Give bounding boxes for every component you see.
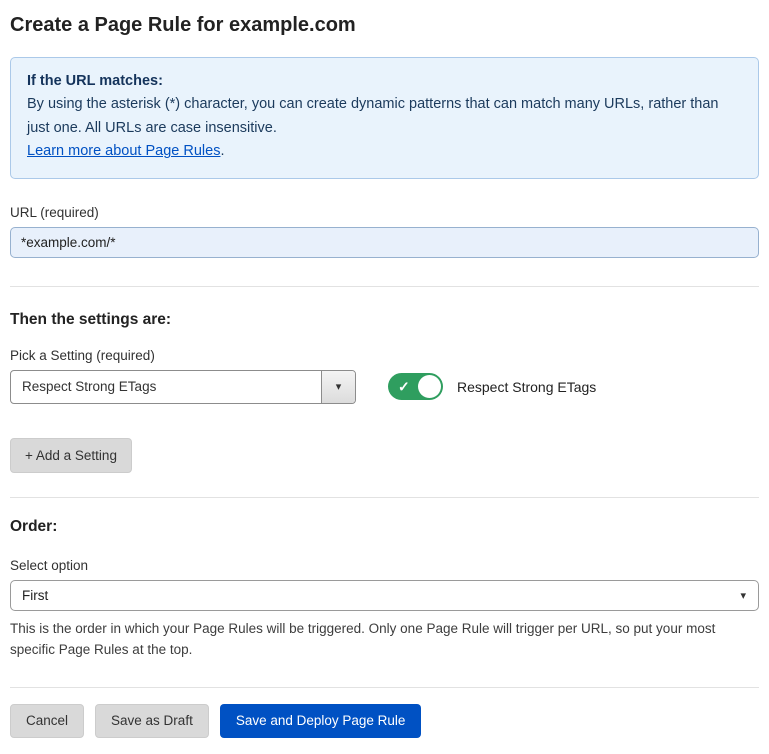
order-help-text: This is the order in which your Page Rul… [10, 619, 750, 661]
pick-setting-label: Pick a Setting (required) [10, 348, 759, 363]
save-draft-button[interactable]: Save as Draft [95, 704, 209, 738]
info-box-link-line: Learn more about Page Rules. [27, 140, 742, 163]
save-deploy-button[interactable]: Save and Deploy Page Rule [220, 704, 422, 738]
footer-actions: Cancel Save as Draft Save and Deploy Pag… [10, 704, 759, 738]
learn-more-link[interactable]: Learn more about Page Rules [27, 143, 220, 159]
etags-toggle[interactable]: ✓ [388, 373, 443, 400]
cancel-button[interactable]: Cancel [10, 704, 84, 738]
toggle-knob [418, 375, 441, 398]
setting-select-arrow-button[interactable]: ▾ [321, 371, 355, 403]
section-divider-2 [10, 497, 759, 498]
url-label: URL (required) [10, 205, 759, 220]
caret-down-icon: ▾ [336, 380, 342, 393]
info-box-heading: If the URL matches: [27, 70, 742, 93]
order-select-value: First [22, 588, 48, 603]
add-setting-button[interactable]: + Add a Setting [10, 438, 132, 474]
setting-select[interactable]: Respect Strong ETags ▾ [10, 370, 356, 404]
order-select-label: Select option [10, 558, 759, 573]
caret-down-icon: ▾ [740, 589, 746, 602]
section-divider [10, 286, 759, 287]
footer-divider [10, 687, 759, 688]
url-match-info-box: If the URL matches: By using the asteris… [10, 57, 759, 179]
page-title: Create a Page Rule for example.com [10, 14, 759, 37]
order-select[interactable]: First ▾ [10, 580, 759, 611]
info-box-body: By using the asterisk (*) character, you… [27, 93, 742, 140]
etags-toggle-label: Respect Strong ETags [457, 379, 596, 395]
setting-row: Respect Strong ETags ▾ ✓ Respect Strong … [10, 370, 759, 404]
url-input[interactable] [10, 227, 759, 258]
check-icon: ✓ [398, 380, 410, 394]
order-heading: Order: [10, 518, 759, 536]
setting-select-value: Respect Strong ETags [11, 371, 321, 403]
link-period: . [220, 143, 224, 159]
settings-heading: Then the settings are: [10, 311, 759, 329]
